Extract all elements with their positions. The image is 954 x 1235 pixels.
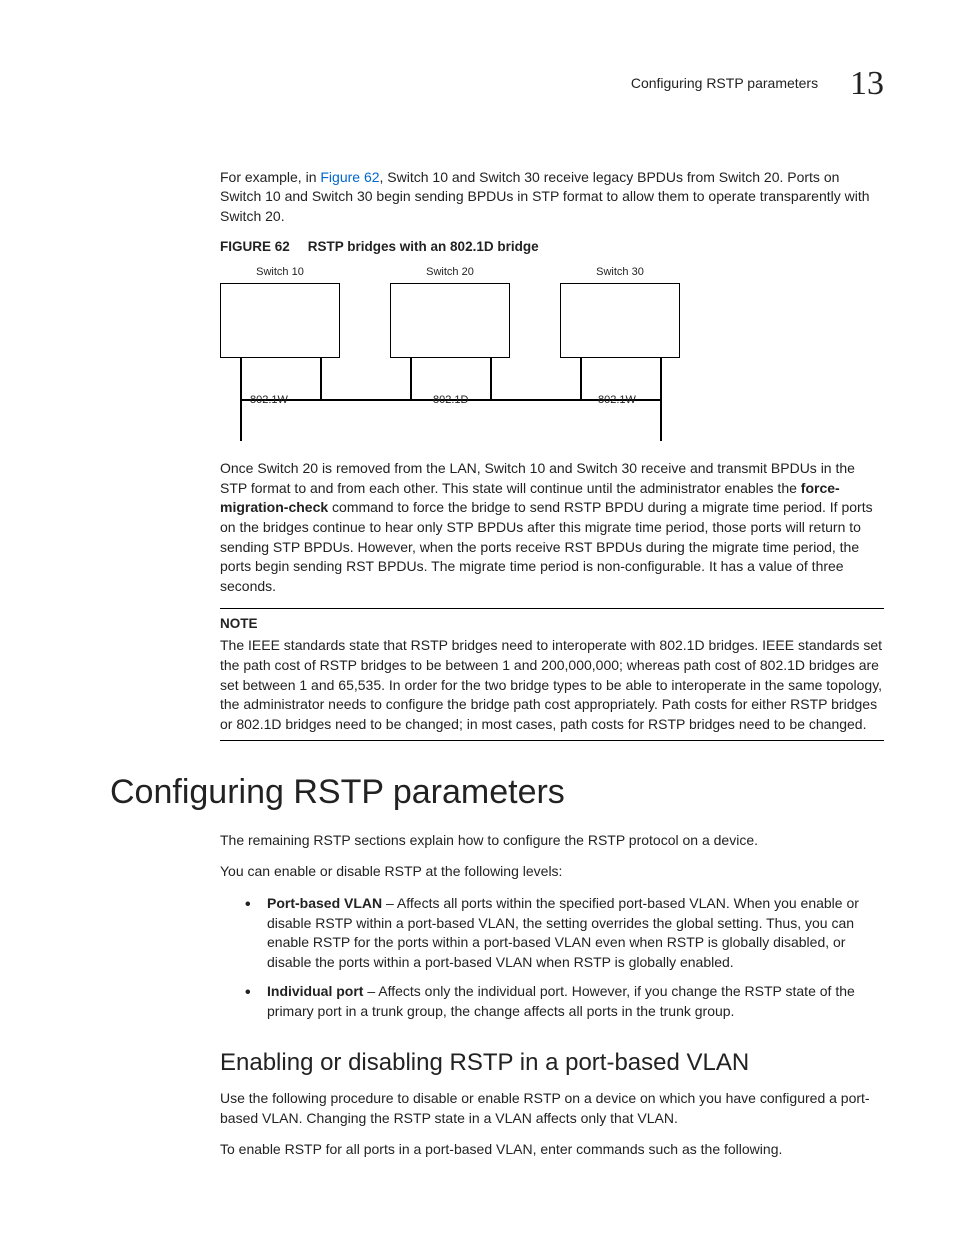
switch-10-box bbox=[220, 283, 340, 358]
figure-diagram: Switch 10 Switch 20 Switch 30 802.1W 802… bbox=[220, 265, 884, 445]
subsection-para-1: Use the following procedure to disable o… bbox=[220, 1089, 884, 1128]
figure-label: FIGURE 62 bbox=[220, 239, 290, 254]
figure-caption: FIGURE 62 RSTP bridges with an 802.1D bri… bbox=[220, 238, 884, 257]
diagram-connector bbox=[320, 357, 322, 400]
switch-30-box bbox=[560, 283, 680, 358]
page-header: Configuring RSTP parameters 13 bbox=[110, 60, 884, 108]
switch-30-label: Switch 30 bbox=[560, 265, 680, 280]
diagram-connector bbox=[410, 357, 412, 400]
note-block: NOTE The IEEE standards state that RSTP … bbox=[220, 608, 884, 741]
protocol-label-2: 802.1D bbox=[433, 393, 468, 408]
section-para-2: You can enable or disable RSTP at the fo… bbox=[220, 862, 884, 882]
figure-reference-link[interactable]: Figure 62 bbox=[320, 169, 379, 185]
figure-title: RSTP bridges with an 802.1D bridge bbox=[308, 239, 539, 254]
switch-20-group: Switch 20 bbox=[390, 265, 510, 357]
list-item: Port-based VLAN – Affects all ports with… bbox=[245, 894, 884, 972]
section-heading: Configuring RSTP parameters bbox=[110, 769, 884, 817]
list-item-term: Individual port bbox=[267, 983, 363, 999]
intro-paragraph: For example, in Figure 62, Switch 10 and… bbox=[220, 168, 884, 227]
protocol-label-1: 802.1W bbox=[250, 393, 288, 408]
section-para-1: The remaining RSTP sections explain how … bbox=[220, 831, 884, 851]
chapter-number: 13 bbox=[850, 60, 884, 108]
para2-text-a: Once Switch 20 is removed from the LAN, … bbox=[220, 460, 855, 496]
running-title: Configuring RSTP parameters bbox=[631, 74, 818, 94]
switch-30-group: Switch 30 bbox=[560, 265, 680, 357]
subsection-para-2: To enable RSTP for all ports in a port-b… bbox=[220, 1140, 884, 1160]
switch-20-box bbox=[390, 283, 510, 358]
diagram-connector bbox=[580, 357, 582, 400]
switch-20-label: Switch 20 bbox=[390, 265, 510, 280]
paragraph-2: Once Switch 20 is removed from the LAN, … bbox=[220, 459, 884, 596]
list-item-term: Port-based VLAN bbox=[267, 895, 382, 911]
levels-list: Port-based VLAN – Affects all ports with… bbox=[245, 894, 884, 1022]
diagram-connector bbox=[490, 357, 492, 400]
note-body: The IEEE standards state that RSTP bridg… bbox=[220, 636, 884, 734]
intro-text-a: For example, in bbox=[220, 169, 320, 185]
note-label: NOTE bbox=[220, 615, 884, 634]
switch-10-label: Switch 10 bbox=[220, 265, 340, 280]
protocol-label-3: 802.1W bbox=[598, 393, 636, 408]
subsection-heading: Enabling or disabling RSTP in a port-bas… bbox=[220, 1046, 884, 1080]
list-item: Individual port – Affects only the indiv… bbox=[245, 982, 884, 1021]
switch-10-group: Switch 10 bbox=[220, 265, 340, 357]
